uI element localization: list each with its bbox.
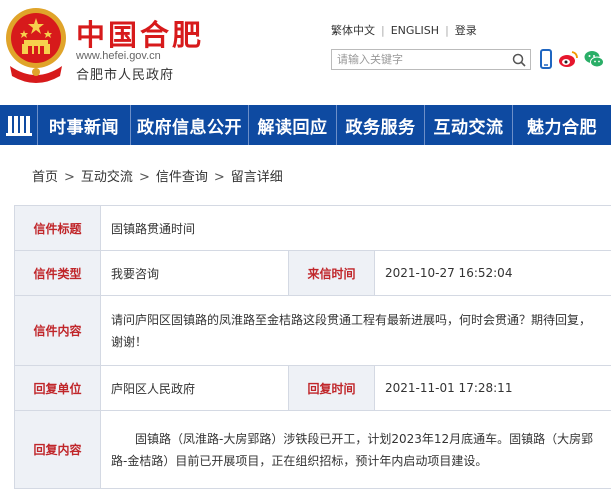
breadcrumb-separator: > — [64, 170, 75, 185]
mobile-icon[interactable] — [535, 48, 557, 70]
site-url: www.hefei.gov.cn — [76, 50, 161, 62]
letter-type-value: 我要咨询 — [100, 250, 289, 296]
weibo-icon[interactable] — [557, 48, 579, 70]
national-emblem-icon — [6, 8, 66, 83]
breadcrumb-current: 留言详细 — [230, 170, 283, 185]
search-input[interactable] — [337, 52, 507, 67]
search-icon[interactable] — [512, 53, 526, 67]
table-row: 回复内容 固镇路（凤淮路-大房郢路）涉铁段已开工，计划2023年12月底通车。固… — [14, 410, 611, 489]
nav-interaction[interactable]: 互动交流 — [425, 105, 513, 145]
reply-date-value: 2021-11-01 17:28:11 — [373, 365, 611, 411]
nav-news[interactable]: 时事新闻 — [38, 105, 131, 145]
letter-content-value: 请问庐阳区固镇路的凤淮路至金桔路这段贯通工程有最新进展吗，何时会贯通？期待回复，… — [99, 295, 611, 366]
main-nav: 时事新闻 政府信息公开 解读回应 政务服务 互动交流 魅力合肥 — [0, 105, 611, 145]
table-row: 信件标题 固镇路贯通时间 — [14, 205, 611, 251]
reply-unit-label: 回复单位 — [14, 365, 101, 411]
divider: | — [445, 24, 449, 37]
nav-services[interactable]: 政务服务 — [337, 105, 425, 145]
breadcrumb-interaction[interactable]: 互动交流 — [81, 170, 133, 185]
reply-unit-value: 庐阳区人民政府 — [100, 365, 289, 411]
letter-date-label: 来信时间 — [288, 250, 375, 296]
nav-gov-info[interactable]: 政府信息公开 — [131, 105, 249, 145]
breadcrumb-home[interactable]: 首页 — [32, 170, 58, 185]
login-link[interactable]: 登录 — [455, 22, 477, 38]
site-org-name: 合肥市人民政府 — [76, 68, 175, 83]
breadcrumb-separator: > — [138, 170, 150, 185]
letter-detail-table: 信件标题 固镇路贯通时间 信件类型 我要咨询 来信时间 2021-10-27 1… — [14, 205, 611, 489]
english-link[interactable]: ENGLISH — [391, 24, 439, 37]
letter-title-value: 固镇路贯通时间 — [99, 205, 611, 251]
header: 中国合肥 www.hefei.gov.cn 合肥市人民政府 繁体中文 | ENGLI… — [0, 0, 611, 105]
nav-home-button[interactable] — [0, 105, 38, 145]
breadcrumb-bar: 首页 > 互动交流 > 信件查询 > 留言详细 — [0, 145, 611, 205]
nav-interpretation[interactable]: 解读回应 — [249, 105, 337, 145]
building-icon — [5, 116, 32, 136]
letter-date-value: 2021-10-27 16:52:04 — [373, 250, 611, 296]
breadcrumb-separator: > — [213, 170, 225, 185]
reply-content-label: 回复内容 — [14, 410, 101, 489]
table-row: 回复单位 庐阳区人民政府 回复时间 2021-11-01 17:28:11 — [14, 365, 611, 411]
letter-type-label: 信件类型 — [14, 250, 101, 296]
breadcrumb: 首页 > 互动交流 > 信件查询 > 留言详细 — [32, 166, 283, 185]
top-links: 繁体中文 | ENGLISH | 登录 — [331, 22, 477, 38]
table-row: 信件内容 请问庐阳区固镇路的凤淮路至金桔路这段贯通工程有最新进展吗，何时会贯通？… — [14, 295, 611, 366]
divider: | — [381, 24, 385, 37]
wechat-icon[interactable] — [583, 48, 605, 70]
letter-content-label: 信件内容 — [14, 295, 101, 366]
traditional-chinese-link[interactable]: 繁体中文 — [331, 22, 375, 38]
table-row: 信件类型 我要咨询 来信时间 2021-10-27 16:52:04 — [14, 250, 611, 296]
search-box — [331, 49, 531, 70]
nav-charm-hefei[interactable]: 魅力合肥 — [513, 105, 611, 145]
reply-content-value: 固镇路（凤淮路-大房郢路）涉铁段已开工，计划2023年12月底通车。固镇路（大房… — [99, 410, 611, 489]
site-title[interactable]: 中国合肥 — [76, 12, 204, 54]
breadcrumb-letter-query[interactable]: 信件查询 — [156, 170, 208, 185]
reply-date-label: 回复时间 — [288, 365, 375, 411]
letter-title-label: 信件标题 — [14, 205, 101, 251]
